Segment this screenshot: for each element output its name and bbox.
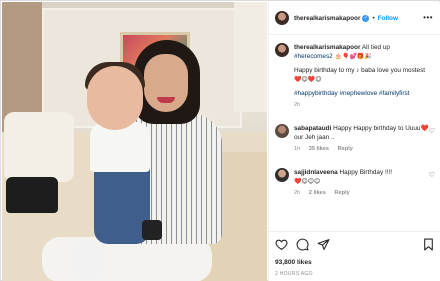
- caption-avatar[interactable]: [275, 43, 289, 57]
- comment-meta: 2h 2 likes Reply: [294, 189, 434, 198]
- comment-text: Happy Birthday !!!!: [339, 169, 393, 176]
- caption-emoji1: 🎂🎈💕🎁🎉: [334, 53, 372, 60]
- caption-time[interactable]: 2h: [294, 102, 300, 108]
- comment-username[interactable]: sabapataudi: [294, 125, 331, 132]
- caption-username[interactable]: therealkarismakapoor: [294, 44, 360, 51]
- photo-watch: [142, 220, 162, 240]
- caption-meta: 2h: [294, 101, 434, 110]
- photo-woman-face: [144, 54, 188, 112]
- caption: therealkarismakapoor All tied up #hereco…: [275, 43, 435, 110]
- post-header: therealkarismakapoor ✓ • Follow •••: [269, 2, 440, 35]
- caption-hashtag1[interactable]: #herecomes2: [294, 53, 333, 60]
- post-photo[interactable]: [2, 2, 267, 281]
- likes-count[interactable]: 93,800 likes: [275, 259, 435, 266]
- more-icon[interactable]: •••: [423, 13, 433, 22]
- reply-button[interactable]: Reply: [338, 146, 353, 152]
- reply-button[interactable]: Reply: [334, 190, 349, 196]
- header-separator: •: [372, 14, 375, 22]
- commenter-avatar[interactable]: [275, 124, 289, 138]
- photo-child-face: [87, 66, 143, 130]
- comment-likes[interactable]: 35 likes: [309, 146, 329, 152]
- comment-body: sajjidnlaveena Happy Birthday !!!! ❤️😊😊😊…: [294, 168, 434, 198]
- commenter-avatar[interactable]: [275, 168, 289, 182]
- follow-button[interactable]: Follow: [378, 15, 398, 22]
- caption-line2: Happy birthday to my ♪ baba love you mos…: [294, 66, 434, 84]
- caption-line2-text: Happy birthday to my ♪ baba love you mos…: [294, 67, 426, 74]
- author-username[interactable]: therealkarismakapoor: [294, 15, 360, 22]
- photo-lamp: [234, 2, 267, 112]
- photo-cushion: [4, 112, 74, 182]
- comment-username[interactable]: sajjidnlaveena: [294, 169, 338, 176]
- caption-body: therealkarismakapoor All tied up #hereco…: [294, 43, 434, 110]
- caption-hashtags[interactable]: #happybirthday #nephewlove #familyfirst: [294, 89, 434, 98]
- author-avatar[interactable]: [275, 11, 289, 25]
- share-icon[interactable]: [317, 238, 330, 251]
- comment-body: sabapataudi Happy Happy birthday to Uuuu…: [294, 124, 434, 154]
- photo-child-shoe: [72, 242, 106, 278]
- comment-emoji: ❤️😊😊😊: [294, 178, 321, 185]
- comment-time[interactable]: 1h: [294, 146, 300, 152]
- comment-time[interactable]: 2h: [294, 190, 300, 196]
- action-icons: [275, 238, 435, 251]
- comment-item: sabapataudi Happy Happy birthday to Uuuu…: [275, 124, 435, 154]
- caption-emoji2: ❤️😊❤️😊: [294, 76, 322, 83]
- heart-icon[interactable]: [275, 238, 288, 251]
- comment-like-heart-icon[interactable]: ♡: [429, 171, 435, 179]
- photo-bag: [6, 177, 58, 213]
- instagram-post-frame: therealkarismakapoor ✓ • Follow ••• ther…: [0, 0, 440, 281]
- post-timestamp[interactable]: 2 HOURS AGO: [275, 271, 435, 277]
- comments-area[interactable]: therealkarismakapoor All tied up #hereco…: [269, 35, 440, 231]
- comment-likes[interactable]: 2 likes: [309, 190, 326, 196]
- caption-line1: All tied up: [361, 44, 390, 51]
- bookmark-icon[interactable]: [422, 238, 435, 251]
- comment-meta: 1h 35 likes Reply: [294, 145, 434, 154]
- comment-item: sajjidnlaveena Happy Birthday !!!! ❤️😊😊😊…: [275, 168, 435, 198]
- post-side-panel: therealkarismakapoor ✓ • Follow ••• ther…: [268, 2, 440, 281]
- comment-like-heart-icon[interactable]: ♡: [429, 127, 435, 135]
- comment-icon[interactable]: [296, 238, 309, 251]
- post-actions: 93,800 likes 2 HOURS AGO: [269, 231, 440, 281]
- verified-badge-icon: ✓: [362, 14, 370, 22]
